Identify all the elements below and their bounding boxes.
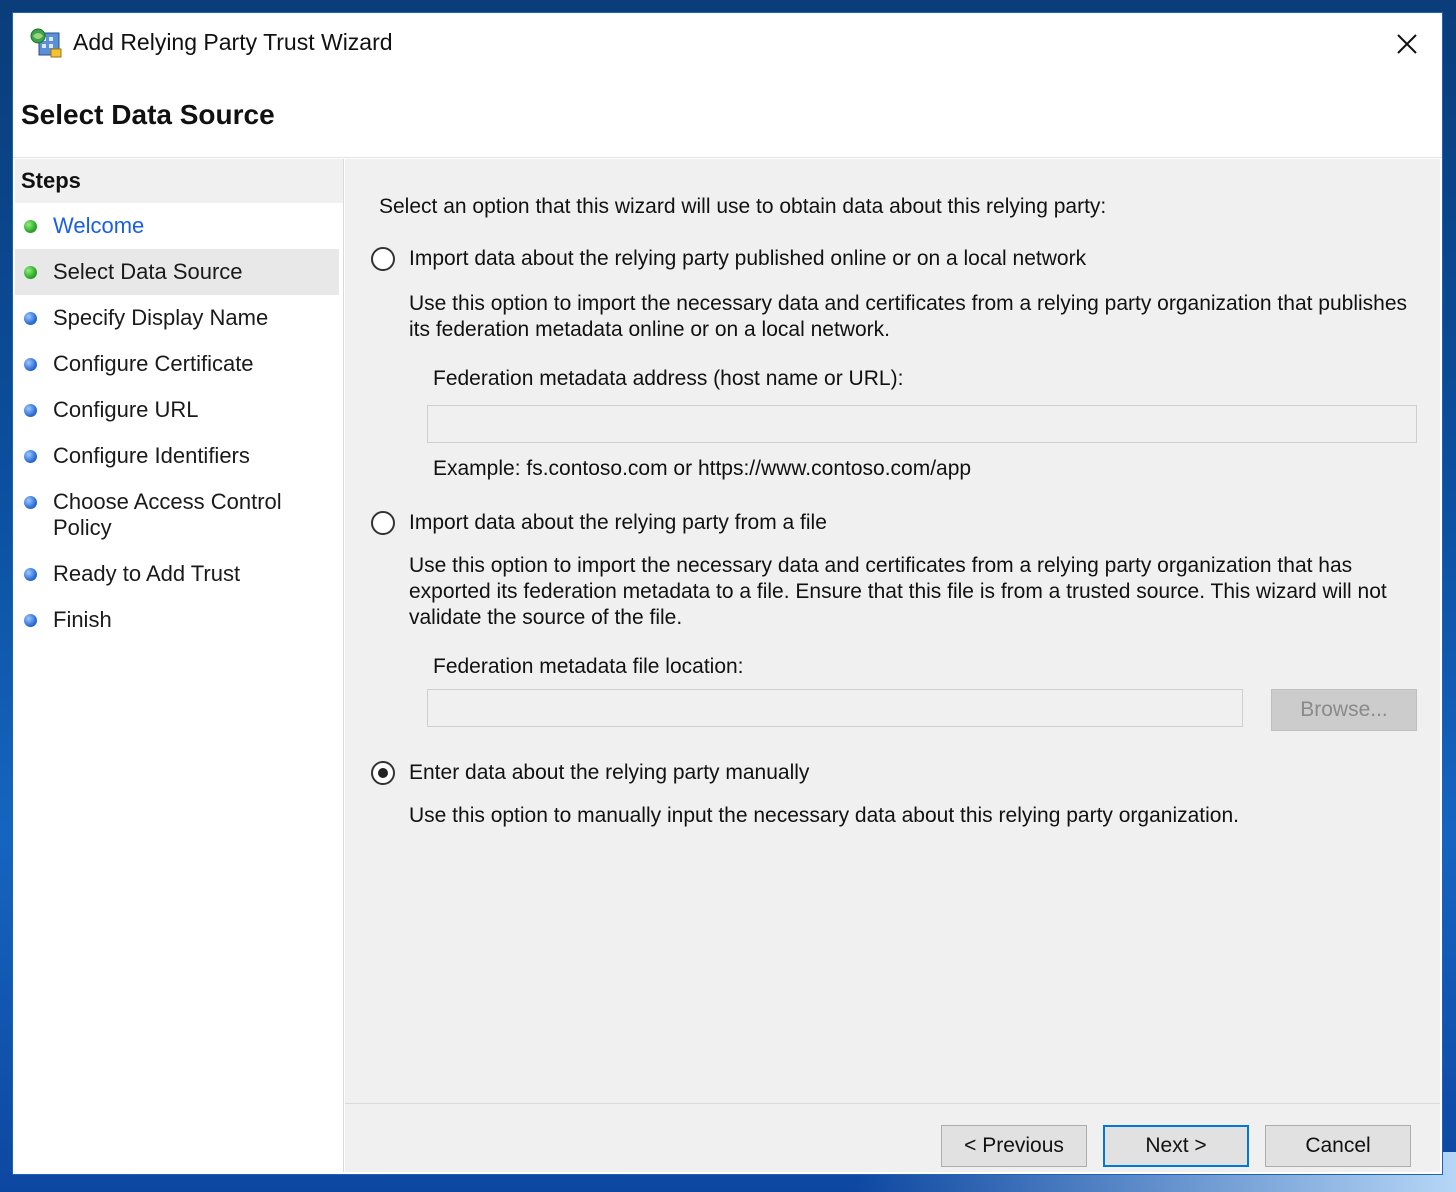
step-choose-access-control-policy: Choose Access Control Policy bbox=[15, 479, 343, 551]
next-button[interactable]: Next > bbox=[1103, 1125, 1249, 1167]
content-panel: Select an option that this wizard will u… bbox=[345, 159, 1440, 1172]
steps-panel: Steps Welcome Select Data Source Specify… bbox=[15, 159, 344, 1172]
close-button[interactable] bbox=[1386, 23, 1428, 65]
status-dot-icon bbox=[24, 568, 37, 581]
option-manual-radio[interactable] bbox=[371, 761, 395, 785]
option-file-radio[interactable] bbox=[371, 511, 395, 535]
step-label: Configure URL bbox=[53, 397, 199, 422]
status-dot-icon bbox=[24, 312, 37, 325]
step-label: Specify Display Name bbox=[53, 305, 269, 330]
step-label: Ready to Add Trust bbox=[53, 561, 241, 586]
step-finish: Finish bbox=[15, 597, 343, 643]
status-dot-icon bbox=[24, 266, 37, 279]
option-online-label[interactable]: Import data about the relying party publ… bbox=[409, 247, 1086, 271]
status-dot-icon bbox=[24, 614, 37, 627]
option-online-radio[interactable] bbox=[371, 247, 395, 271]
step-configure-certificate: Configure Certificate bbox=[15, 341, 343, 387]
step-label: Welcome bbox=[53, 213, 145, 238]
step-label-line2: Policy bbox=[53, 515, 112, 540]
option-file-label[interactable]: Import data about the relying party from… bbox=[409, 511, 827, 535]
status-dot-icon bbox=[24, 358, 37, 371]
step-select-data-source: Select Data Source bbox=[15, 249, 339, 295]
metadata-address-input[interactable] bbox=[427, 405, 1417, 443]
status-dot-icon bbox=[24, 404, 37, 417]
step-ready-to-add-trust: Ready to Add Trust bbox=[15, 551, 343, 597]
status-dot-icon bbox=[24, 450, 37, 463]
step-specify-display-name: Specify Display Name bbox=[15, 295, 343, 341]
cancel-button[interactable]: Cancel bbox=[1265, 1125, 1411, 1167]
step-label-line1: Choose Access Control bbox=[53, 489, 282, 514]
status-dot-icon bbox=[24, 496, 37, 509]
page-header: Select Data Source bbox=[13, 75, 1442, 158]
step-label: Finish bbox=[53, 607, 112, 632]
option-manual-label[interactable]: Enter data about the relying party manua… bbox=[409, 761, 809, 785]
option-online-row[interactable]: Import data about the relying party publ… bbox=[371, 247, 1086, 271]
wizard-window: Add Relying Party Trust Wizard Select Da… bbox=[12, 12, 1443, 1175]
option-manual-row[interactable]: Enter data about the relying party manua… bbox=[371, 761, 809, 785]
metadata-address-label: Federation metadata address (host name o… bbox=[433, 367, 904, 390]
close-icon bbox=[1397, 34, 1417, 54]
option-file-description: Use this option to import the necessary … bbox=[409, 554, 1387, 629]
metadata-file-label: Federation metadata file location: bbox=[433, 655, 744, 678]
relying-party-trust-icon bbox=[29, 27, 63, 59]
status-dot-icon bbox=[24, 220, 37, 233]
footer-divider bbox=[345, 1103, 1440, 1104]
steps-header: Steps bbox=[15, 159, 343, 203]
option-file-row[interactable]: Import data about the relying party from… bbox=[371, 511, 827, 535]
option-online-description: Use this option to import the necessary … bbox=[409, 292, 1408, 341]
step-label: Configure Certificate bbox=[53, 351, 254, 376]
metadata-file-input[interactable] bbox=[427, 689, 1243, 727]
page-title: Select Data Source bbox=[21, 99, 275, 130]
metadata-address-example: Example: fs.contoso.com or https://www.c… bbox=[433, 457, 972, 480]
title-bar[interactable]: Add Relying Party Trust Wizard bbox=[13, 13, 1442, 75]
step-configure-identifiers: Configure Identifiers bbox=[15, 433, 343, 479]
step-label: Select Data Source bbox=[53, 259, 243, 284]
browse-button[interactable]: Browse... bbox=[1271, 689, 1417, 731]
intro-text: Select an option that this wizard will u… bbox=[379, 195, 1107, 218]
window-title: Add Relying Party Trust Wizard bbox=[73, 29, 393, 55]
step-configure-url: Configure URL bbox=[15, 387, 343, 433]
option-manual-description: Use this option to manually input the ne… bbox=[409, 804, 1239, 827]
step-welcome[interactable]: Welcome bbox=[15, 203, 343, 249]
previous-button[interactable]: < Previous bbox=[941, 1125, 1087, 1167]
step-label: Configure Identifiers bbox=[53, 443, 250, 468]
